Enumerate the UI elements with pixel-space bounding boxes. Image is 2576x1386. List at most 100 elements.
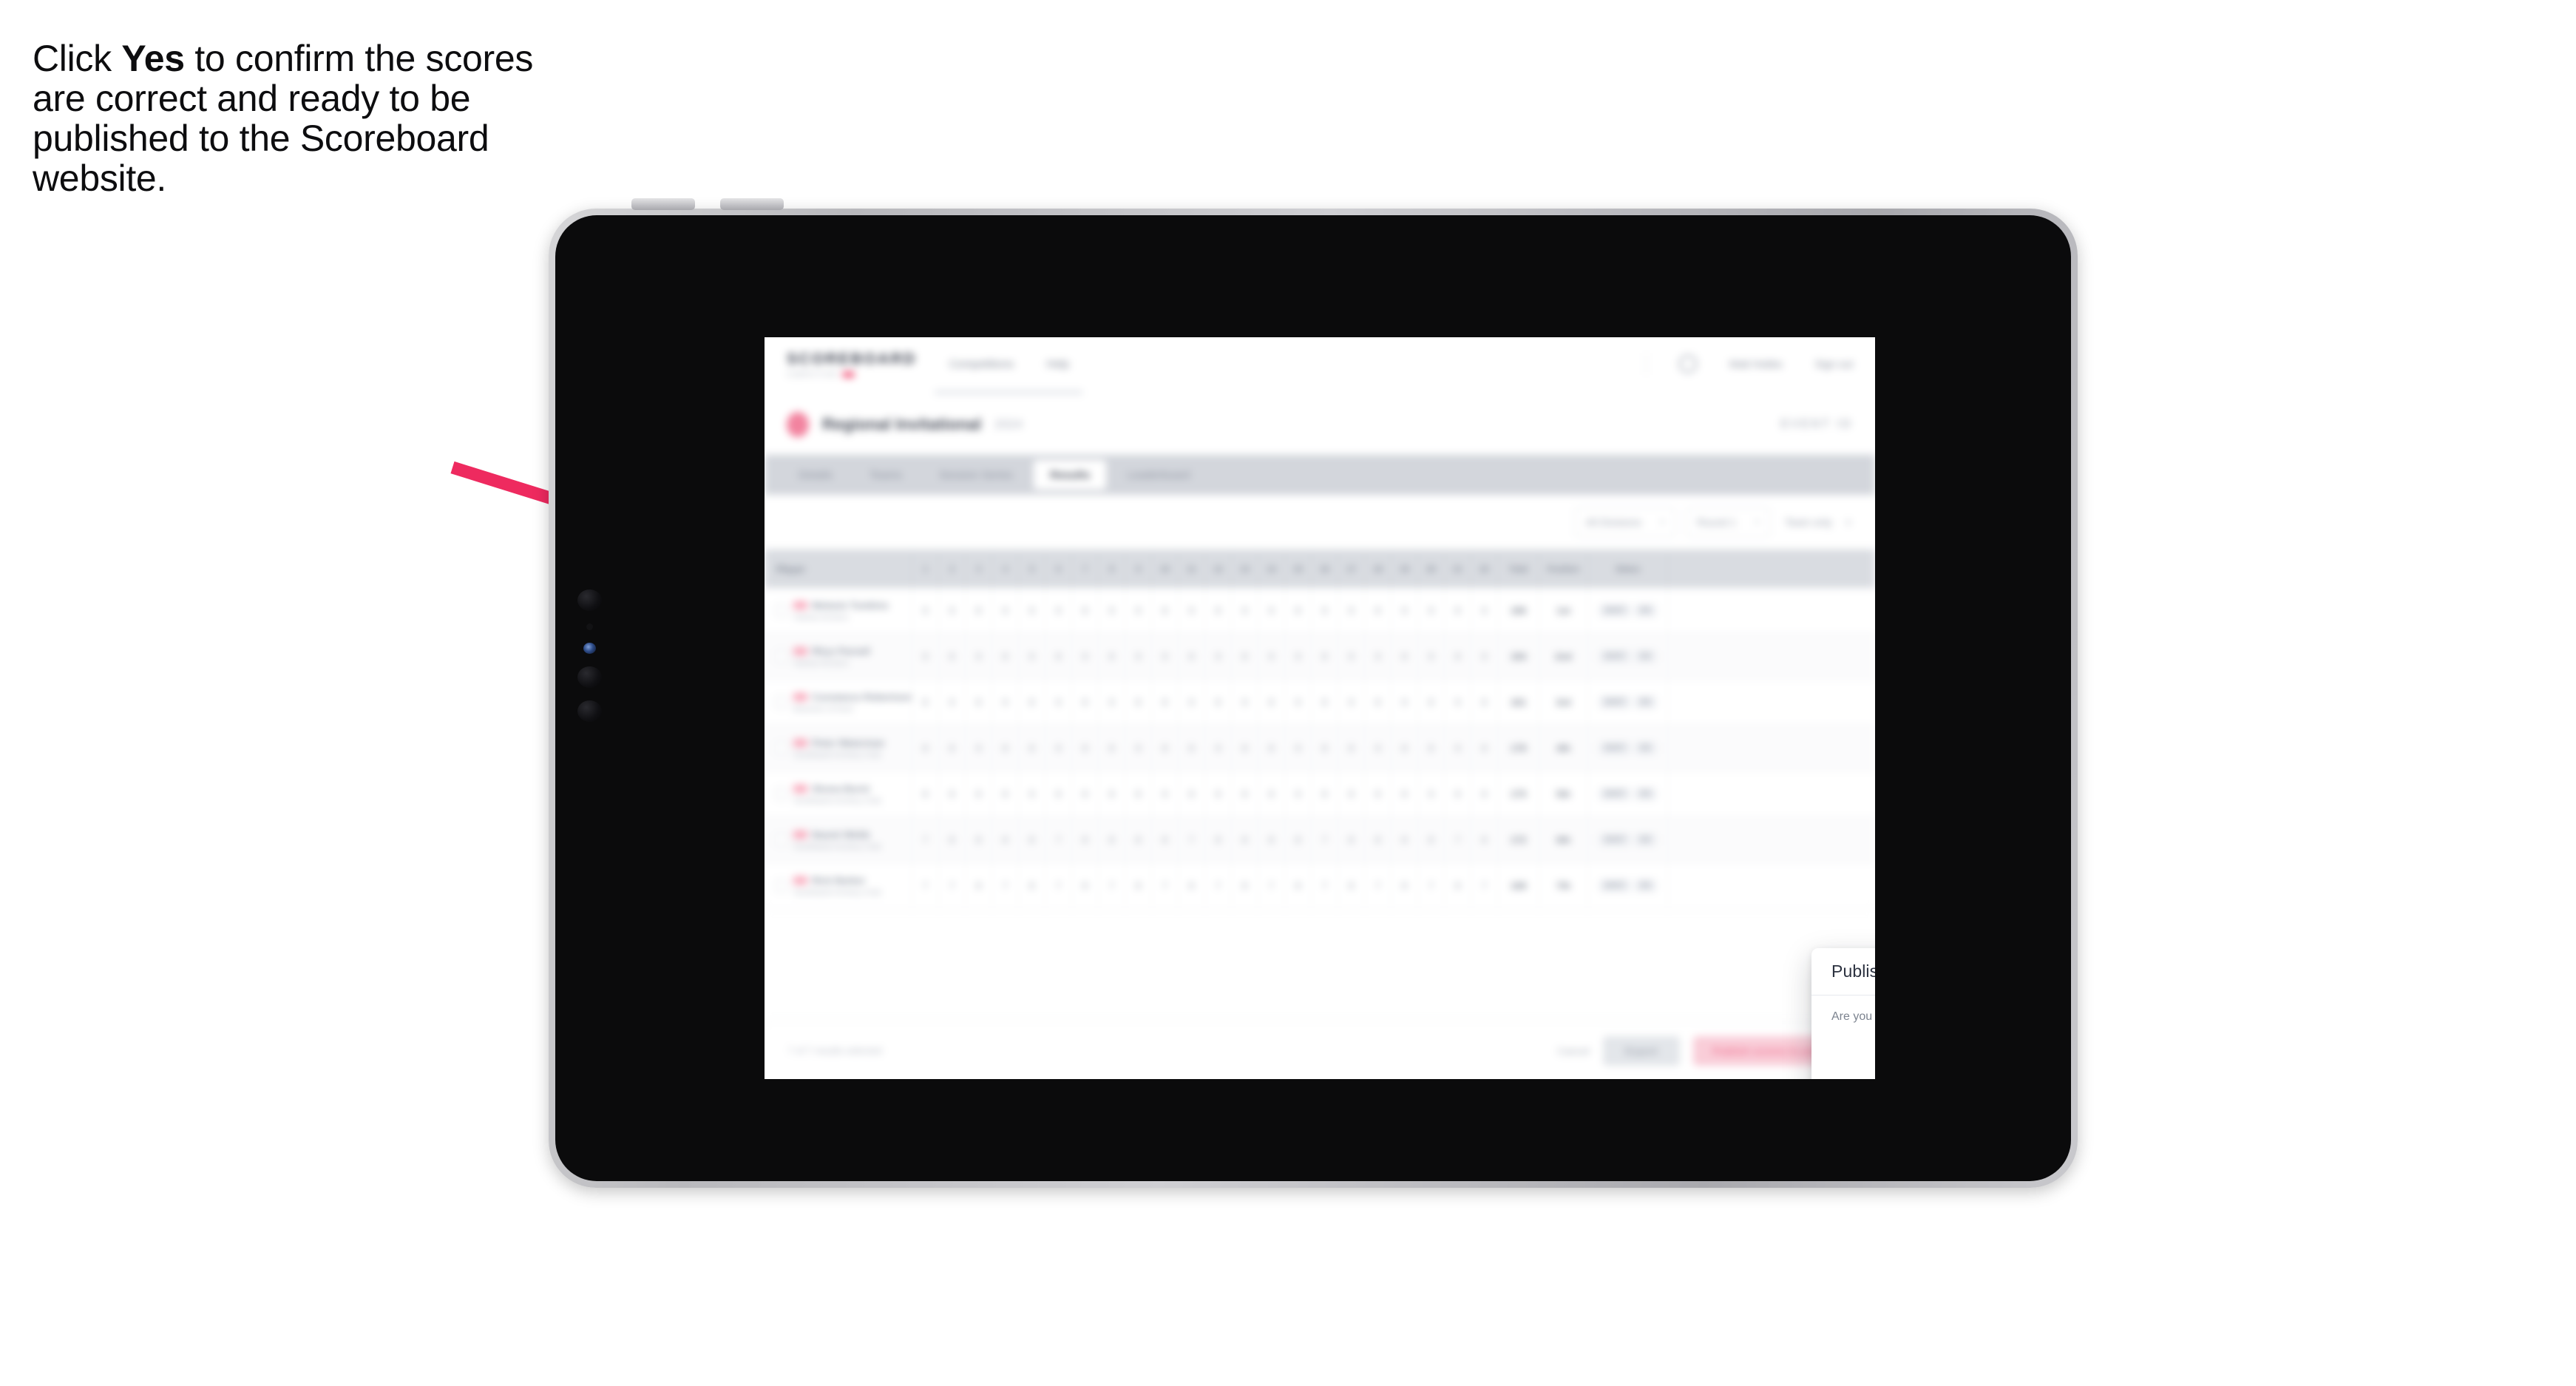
table-cell-score[interactable]: 9: [1392, 680, 1418, 725]
table-cell-score[interactable]: 9: [1258, 634, 1285, 679]
table-cell-score[interactable]: 8: [1418, 817, 1445, 862]
table-cell-score[interactable]: 8: [939, 726, 966, 771]
table-cell-score[interactable]: 8: [1418, 726, 1445, 771]
table-cell-score[interactable]: 8: [1471, 817, 1498, 862]
table-cell-score[interactable]: 8: [1258, 680, 1285, 725]
table-cell-score[interactable]: 9: [1418, 588, 1445, 633]
tab-session-series[interactable]: Session Series: [923, 460, 1029, 490]
table-cell-score[interactable]: 9: [1232, 588, 1258, 633]
table-cell-score[interactable]: 8: [1152, 588, 1179, 633]
table-cell-score[interactable]: 9: [1072, 634, 1099, 679]
table-cell-score[interactable]: 8: [1099, 817, 1125, 862]
table-cell-score[interactable]: 9: [912, 588, 939, 633]
table-cell-score[interactable]: 8: [1179, 771, 1205, 817]
table-cell-score[interactable]: 8: [1072, 680, 1099, 725]
table-cell-score[interactable]: 8: [1445, 634, 1471, 679]
table-cell-score[interactable]: 9: [1045, 726, 1072, 771]
table-cell-score[interactable]: 8: [1471, 680, 1498, 725]
row-checkbox[interactable]: [775, 742, 787, 754]
cancel-link[interactable]: Cancel: [1557, 1045, 1590, 1057]
table-row[interactable]: Naomi Webb Southbank Archery Club 7 8 8 8 8 7 8 8…: [765, 817, 1875, 863]
table-cell-score[interactable]: 8: [1205, 817, 1232, 862]
table-cell-score[interactable]: 8: [939, 771, 966, 817]
table-cell-score[interactable]: 7: [1312, 863, 1338, 908]
table-cell-score[interactable]: 9: [939, 680, 966, 725]
table-cell-score[interactable]: 8: [1338, 726, 1365, 771]
table-cell-score[interactable]: 8: [1445, 588, 1471, 633]
table-cell-score[interactable]: 8: [1045, 771, 1072, 817]
table-cell-score[interactable]: 8: [1205, 771, 1232, 817]
table-cell-score[interactable]: 8: [1258, 771, 1285, 817]
table-cell-score[interactable]: 9: [1125, 588, 1152, 633]
filter-team-only[interactable]: Team only ×: [1780, 516, 1856, 528]
tab-leaderboard[interactable]: Leaderboard: [1111, 460, 1206, 490]
table-cell-score[interactable]: 8: [1125, 817, 1152, 862]
row-checkbox[interactable]: [775, 834, 787, 846]
table-cell-score[interactable]: 8: [1072, 588, 1099, 633]
row-checkbox[interactable]: [775, 650, 787, 663]
table-row[interactable]: Rick Barker Southbank Archery Club 7 7 8 7 8 7 8…: [765, 863, 1875, 909]
table-cell-score[interactable]: 8: [966, 863, 992, 908]
table-cell-score[interactable]: 8: [966, 680, 992, 725]
row-checkbox[interactable]: [775, 604, 787, 617]
table-cell-score[interactable]: 9: [1019, 634, 1045, 679]
table-cell-score[interactable]: 8: [966, 817, 992, 862]
table-cell-score[interactable]: 7: [1445, 817, 1471, 862]
table-cell-score[interactable]: 8: [1338, 771, 1365, 817]
filter-division-select[interactable]: All Divisions ▾: [1574, 507, 1676, 537]
table-cell-score[interactable]: 8: [1418, 680, 1445, 725]
table-cell-score[interactable]: 9: [1179, 680, 1205, 725]
table-cell-score[interactable]: 7: [1471, 863, 1498, 908]
table-cell-score[interactable]: 9: [1471, 634, 1498, 679]
table-cell-score[interactable]: 8: [966, 588, 992, 633]
table-cell-score[interactable]: 8: [1365, 680, 1392, 725]
table-cell-score[interactable]: 9: [1258, 588, 1285, 633]
table-cell-score[interactable]: 8: [1179, 634, 1205, 679]
table-cell-score[interactable]: 8: [912, 771, 939, 817]
filter-round-select[interactable]: Round 1 ▾: [1686, 507, 1770, 537]
table-cell-score[interactable]: 8: [1445, 863, 1471, 908]
table-cell-score[interactable]: 8: [1232, 771, 1258, 817]
table-cell-score[interactable]: 9: [1019, 771, 1045, 817]
table-cell-score[interactable]: 8: [966, 771, 992, 817]
table-cell-score[interactable]: 8: [1392, 634, 1418, 679]
table-cell-score[interactable]: 7: [1312, 817, 1338, 862]
table-cell-score[interactable]: 7: [1205, 863, 1232, 908]
table-cell-score[interactable]: 9: [992, 680, 1019, 725]
table-cell-score[interactable]: 8: [1125, 863, 1152, 908]
table-cell-score[interactable]: 8: [1365, 817, 1392, 862]
table-cell-score[interactable]: 8: [1338, 863, 1365, 908]
table-cell-score[interactable]: 8: [1019, 680, 1045, 725]
table-cell-score[interactable]: 8: [1152, 817, 1179, 862]
table-cell-score[interactable]: 8: [1285, 817, 1312, 862]
table-cell-score[interactable]: 9: [1338, 680, 1365, 725]
table-cell-score[interactable]: 8: [1392, 771, 1418, 817]
table-cell-score[interactable]: 9: [1179, 588, 1205, 633]
table-cell-score[interactable]: 8: [1392, 863, 1418, 908]
row-checkbox[interactable]: [775, 788, 787, 800]
table-cell-score[interactable]: 8: [1099, 634, 1125, 679]
table-cell-score[interactable]: 9: [1365, 634, 1392, 679]
table-cell-score[interactable]: 7: [912, 817, 939, 862]
brand-logo[interactable]: SCOREBOARD COMPETITION: [787, 351, 917, 378]
table-cell-score[interactable]: 8: [1312, 771, 1338, 817]
table-cell-score[interactable]: 8: [1312, 680, 1338, 725]
table-cell-score[interactable]: 8: [1152, 726, 1179, 771]
table-cell-score[interactable]: 8: [1392, 726, 1418, 771]
table-cell-score[interactable]: 8: [1019, 863, 1045, 908]
table-row[interactable]: Constance Robertson Bowmen of Kent 8 9 8 9 8 9 8…: [765, 680, 1875, 726]
table-cell-score[interactable]: 9: [992, 588, 1019, 633]
table-cell-score[interactable]: 8: [1179, 863, 1205, 908]
table-cell-score[interactable]: 9: [1285, 771, 1312, 817]
table-cell-score[interactable]: 9: [1205, 634, 1232, 679]
nav-item-competitions[interactable]: Competitions: [949, 358, 1014, 371]
tab-teams[interactable]: Teams: [853, 460, 918, 490]
table-cell-score[interactable]: 7: [939, 863, 966, 908]
table-cell-score[interactable]: 8: [1072, 817, 1099, 862]
volume-down-button[interactable]: [720, 198, 784, 210]
table-cell-score[interactable]: 8: [1152, 680, 1179, 725]
table-cell-score[interactable]: 7: [1045, 817, 1072, 862]
table-cell-score[interactable]: 9: [1232, 680, 1258, 725]
table-cell-score[interactable]: 7: [1152, 863, 1179, 908]
table-cell-score[interactable]: 8: [1125, 771, 1152, 817]
